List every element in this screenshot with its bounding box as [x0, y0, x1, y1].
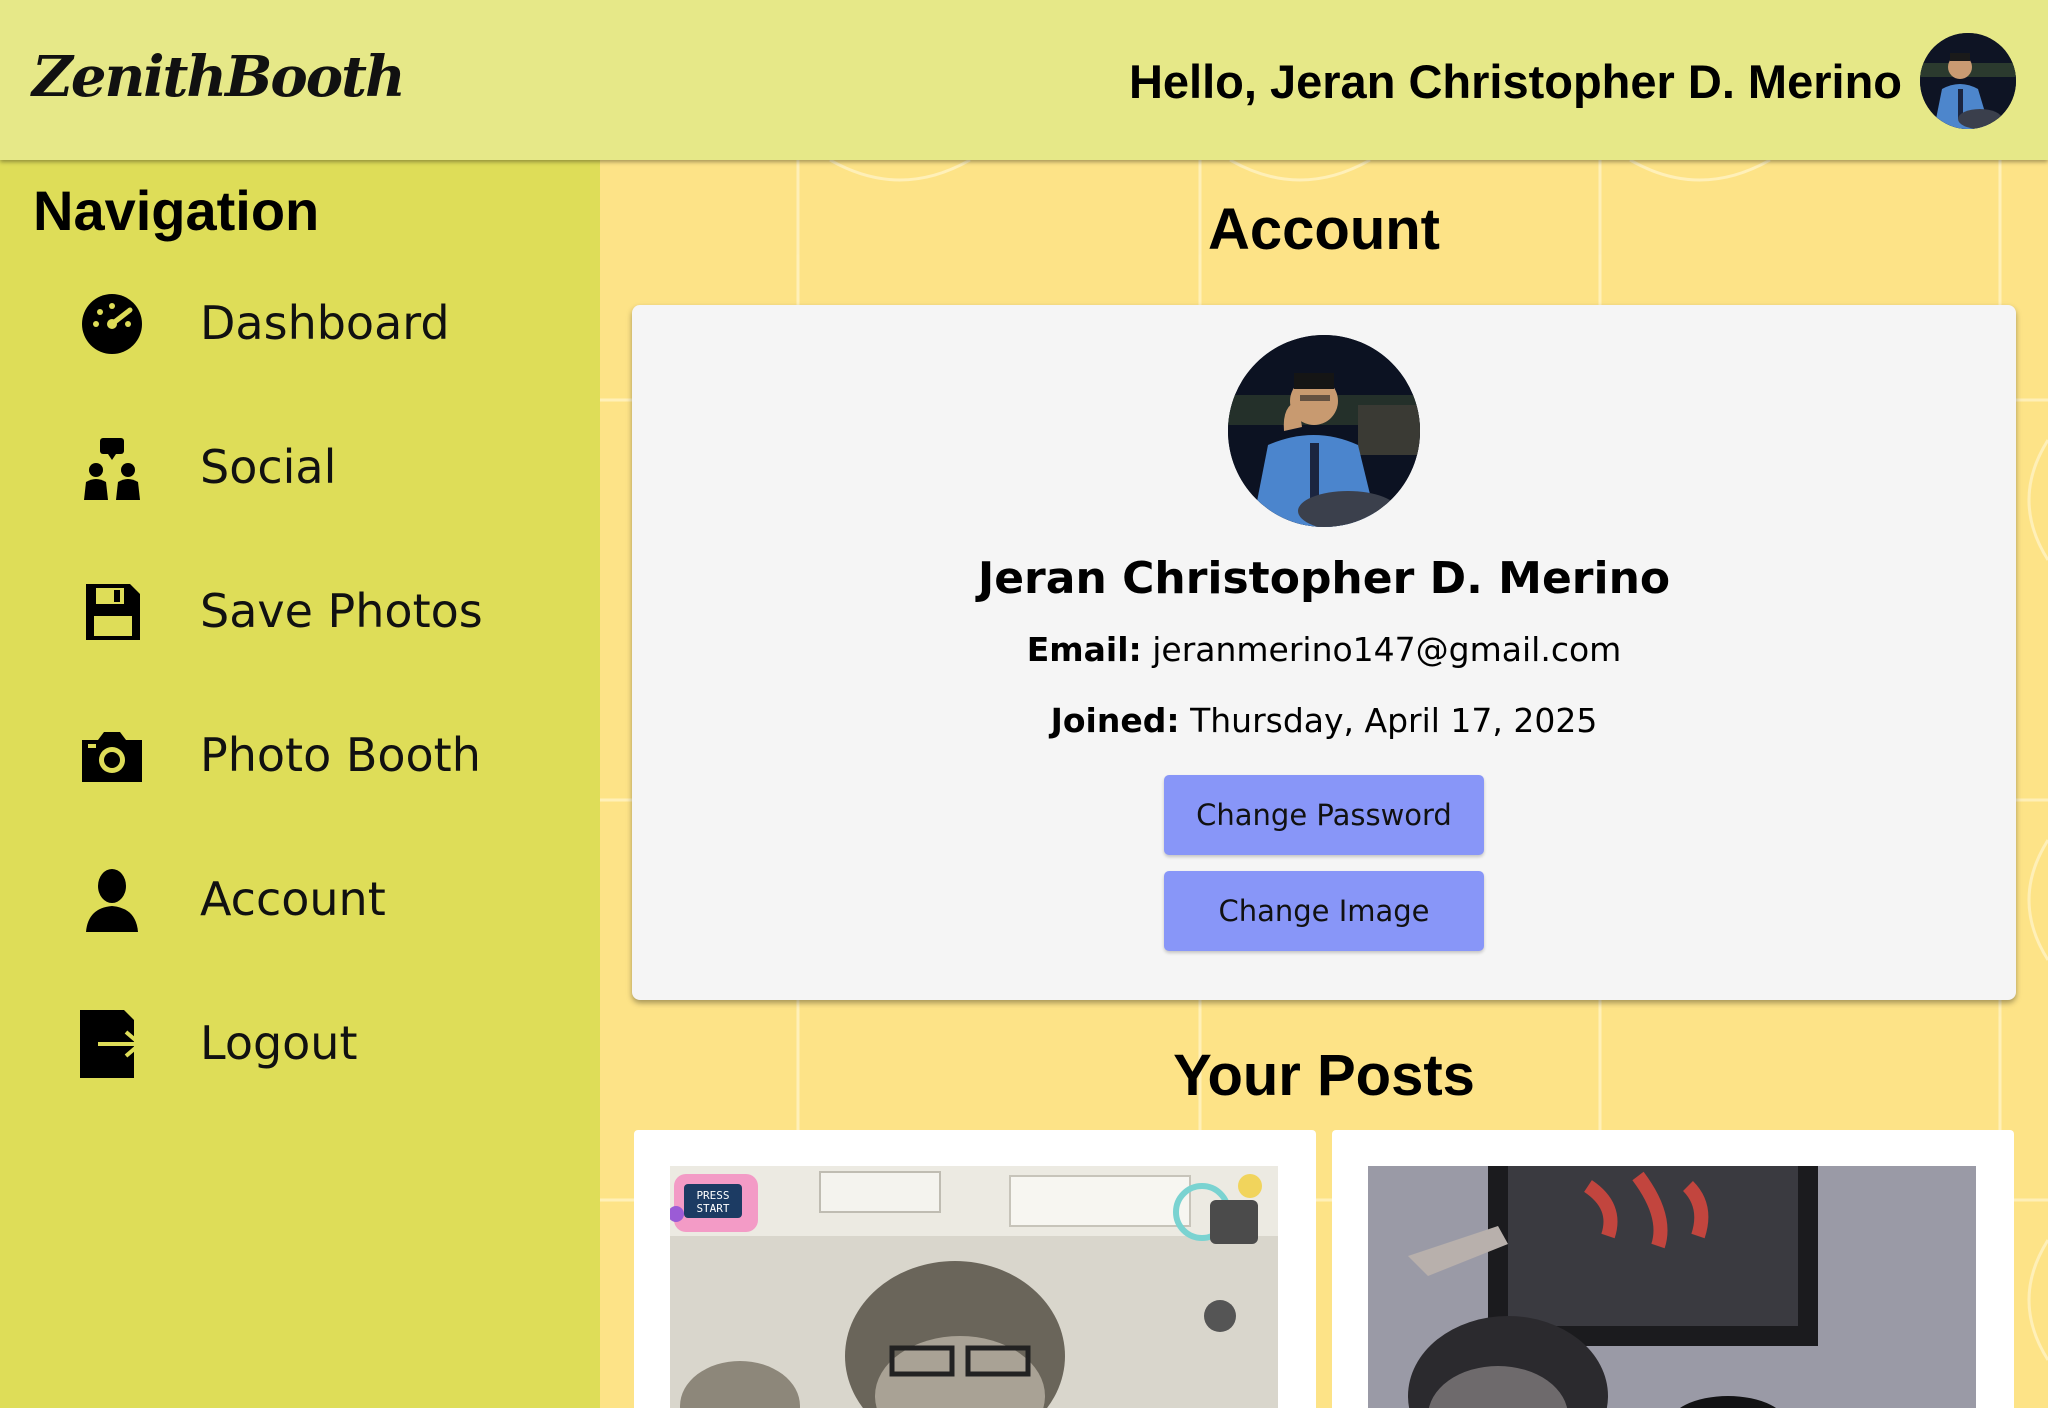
- press-start-sticker: PRESS START: [670, 1174, 758, 1232]
- profile-name: Jeran Christopher D. Merino: [977, 553, 1671, 604]
- email-value: jeranmerino147@gmail.com: [1152, 630, 1622, 669]
- sidebar-item-logout[interactable]: Logout: [0, 992, 600, 1102]
- sidebar-item-save-photos[interactable]: Save Photos: [0, 560, 600, 670]
- joined-value: Thursday, April 17, 2025: [1190, 701, 1598, 740]
- navigation-title: Navigation: [33, 179, 320, 242]
- sidebar-item-account[interactable]: Account: [0, 848, 600, 958]
- post-card[interactable]: PRESS START: [634, 1130, 1316, 1408]
- your-posts-title: Your Posts: [1173, 1043, 1475, 1108]
- email-row: Email: jeranmerino147@gmail.com: [632, 630, 2016, 669]
- logout-icon: [78, 1010, 146, 1078]
- floppy-disk-icon: [78, 578, 146, 646]
- sidebar-item-label: Social: [200, 440, 337, 494]
- account-title: Account: [1208, 197, 1440, 262]
- post-photo[interactable]: PRESS START: [670, 1166, 1278, 1408]
- change-password-button[interactable]: Change Password: [1164, 775, 1484, 855]
- greeting-text: Hello, Jeran Christopher D. Merino: [1128, 55, 1902, 108]
- sidebar-item-label: Dashboard: [200, 296, 450, 350]
- profile-avatar[interactable]: [1228, 335, 1420, 527]
- sidebar-item-label: Account: [200, 872, 386, 926]
- main-content[interactable]: Account Jeran Christopher D. Merino Emai…: [600, 160, 2048, 1408]
- sidebar-item-dashboard[interactable]: Dashboard: [0, 272, 600, 382]
- joined-row: Joined: Thursday, April 17, 2025: [632, 701, 2016, 740]
- svg-text:START: START: [696, 1202, 729, 1215]
- post-card[interactable]: [1332, 1130, 2014, 1408]
- dashboard-gauge-icon: [78, 290, 146, 358]
- app-logo[interactable]: ZenithBooth: [32, 44, 406, 110]
- sidebar-item-social[interactable]: Social: [0, 416, 600, 526]
- post-image: PRESS START: [670, 1166, 1278, 1408]
- sidebar-item-label: Save Photos: [200, 584, 483, 638]
- post-image: [1368, 1166, 1976, 1408]
- camera-icon: [78, 722, 146, 790]
- top-header: ZenithBooth Hello, Jeran Christopher D. …: [0, 0, 2048, 160]
- profile-photo: [1228, 335, 1420, 527]
- post-photo[interactable]: [1368, 1166, 1976, 1408]
- email-label: Email:: [1026, 630, 1142, 669]
- joined-label: Joined:: [1050, 701, 1180, 740]
- sidebar-item-label: Logout: [200, 1016, 358, 1070]
- avatar-photo: [1920, 33, 2016, 129]
- account-card: Jeran Christopher D. Merino Email: jeran…: [632, 305, 2016, 1000]
- social-users-icon: [78, 434, 146, 502]
- svg-text:PRESS: PRESS: [696, 1189, 729, 1202]
- sidebar-item-photo-booth[interactable]: Photo Booth: [0, 704, 600, 814]
- sidebar-item-label: Photo Booth: [200, 728, 481, 782]
- header-avatar[interactable]: [1920, 33, 2016, 129]
- change-image-button[interactable]: Change Image: [1164, 871, 1484, 951]
- user-icon: [78, 866, 146, 934]
